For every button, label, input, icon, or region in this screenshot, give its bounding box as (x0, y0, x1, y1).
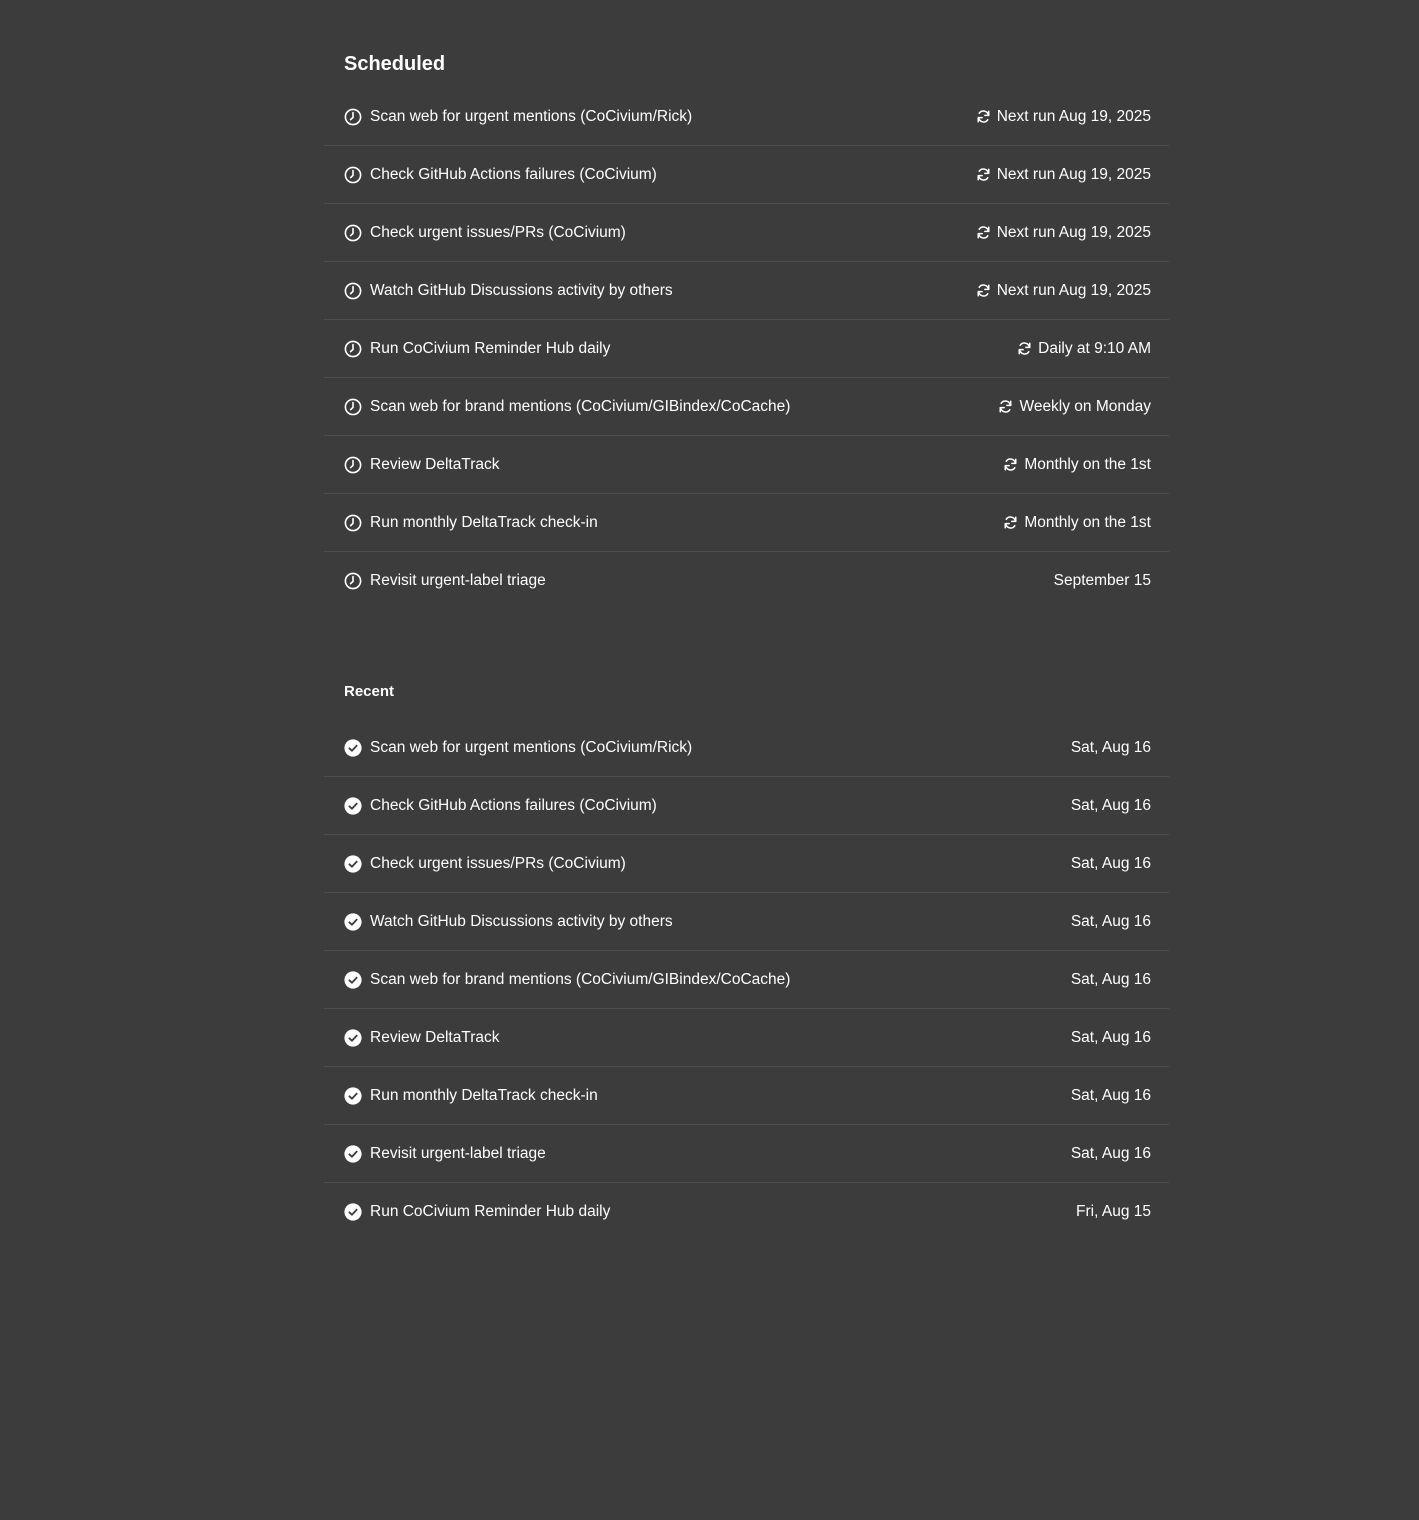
scheduled-task-title: Revisit urgent-label triage (370, 572, 546, 589)
recent-task-date: Sat, Aug 16 (1070, 1144, 1151, 1162)
recent-task-row[interactable]: Check urgent issues/PRs (CoCivium) Sat, … (324, 835, 1169, 893)
scheduled-task-when-text: Monthly on the 1st (1024, 513, 1151, 531)
clock-icon (344, 224, 362, 242)
recent-task-title: Run monthly DeltaTrack check-in (370, 1086, 598, 1104)
scheduled-section: Scheduled Scan web for urgent mentions (… (324, 46, 1169, 610)
recent-task-title: Check GitHub Actions failures (CoCivium) (370, 796, 657, 814)
repeat-icon (976, 283, 991, 298)
scheduled-task-when: September 15 (1054, 572, 1151, 590)
scheduled-task-when-text: Next run Aug 19, 2025 (996, 223, 1151, 241)
repeat-icon (976, 167, 991, 182)
clock-icon (344, 340, 362, 358)
recent-task-date: Sat, Aug 16 (1070, 738, 1151, 756)
clock-icon (344, 456, 362, 474)
scheduled-task-when: Daily at 9:10 AM (1017, 340, 1151, 358)
scheduled-task-row[interactable]: Scan web for urgent mentions (CoCivium/R… (324, 88, 1169, 146)
clock-icon (344, 514, 362, 532)
recent-task-date: Sat, Aug 16 (1070, 854, 1151, 872)
scheduled-task-row[interactable]: Revisit urgent-label triage September 15 (324, 552, 1169, 610)
scheduled-task-when-text: Next run Aug 19, 2025 (996, 281, 1151, 299)
check-circle-icon (344, 1028, 362, 1047)
scheduled-task-row[interactable]: Run monthly DeltaTrack check-in Monthly … (324, 494, 1169, 552)
repeat-icon (976, 225, 991, 240)
scheduled-task-title: Scan web for urgent mentions (CoCivium/R… (370, 107, 693, 125)
repeat-icon (976, 109, 991, 124)
scheduled-task-when: Next run Aug 19, 2025 (976, 166, 1151, 184)
repeat-icon (1017, 341, 1032, 356)
scheduled-task-title: Review DeltaTrack (370, 455, 500, 473)
scheduled-task-when-text: Daily at 9:10 AM (1038, 339, 1151, 357)
check-circle-icon (344, 1086, 362, 1105)
scheduled-task-when: Next run Aug 19, 2025 (976, 224, 1151, 242)
scheduled-task-when: Weekly on Monday (998, 398, 1151, 416)
recent-task-row[interactable]: Run monthly DeltaTrack check-in Sat, Aug… (324, 1067, 1169, 1125)
repeat-icon (1003, 515, 1018, 530)
recent-task-date: Sat, Aug 16 (1070, 1086, 1151, 1104)
recent-task-row[interactable]: Check GitHub Actions failures (CoCivium)… (324, 777, 1169, 835)
recent-task-date: Sat, Aug 16 (1070, 970, 1151, 988)
recent-task-row[interactable]: Revisit urgent-label triage Sat, Aug 16 (324, 1125, 1169, 1183)
scheduled-task-title: Run monthly DeltaTrack check-in (370, 513, 598, 531)
recent-task-date: Sat, Aug 16 (1070, 796, 1151, 814)
clock-icon (344, 282, 362, 300)
check-circle-icon (344, 912, 362, 931)
scheduled-task-when-text: September 15 (1053, 572, 1151, 589)
scheduled-task-row[interactable]: Run CoCivium Reminder Hub daily Daily at… (324, 320, 1169, 378)
scheduled-task-title: Check urgent issues/PRs (CoCivium) (370, 223, 626, 241)
recent-task-row[interactable]: Review DeltaTrack Sat, Aug 16 (324, 1009, 1169, 1067)
recent-task-title: Run CoCivium Reminder Hub daily (370, 1203, 611, 1220)
check-circle-icon (344, 1144, 362, 1163)
recent-task-date: Fri, Aug 15 (1076, 1203, 1151, 1220)
scheduled-task-title: Scan web for brand mentions (CoCivium/GI… (370, 397, 791, 415)
scheduled-task-when: Next run Aug 19, 2025 (976, 282, 1151, 300)
scheduled-task-when-text: Monthly on the 1st (1024, 455, 1151, 473)
scheduled-task-row[interactable]: Check urgent issues/PRs (CoCivium) Next … (324, 204, 1169, 262)
scheduled-task-title: Check GitHub Actions failures (CoCivium) (370, 165, 657, 183)
check-circle-icon (344, 796, 362, 815)
scheduled-task-row[interactable]: Review DeltaTrack Monthly on the 1st (324, 436, 1169, 494)
recent-task-title: Scan web for brand mentions (CoCivium/GI… (370, 970, 791, 988)
scheduled-task-row[interactable]: Check GitHub Actions failures (CoCivium)… (324, 146, 1169, 204)
check-circle-icon (344, 1203, 362, 1221)
recent-task-title: Check urgent issues/PRs (CoCivium) (370, 854, 626, 872)
recent-task-title: Revisit urgent-label triage (370, 1144, 546, 1162)
check-circle-icon (344, 970, 362, 989)
scheduled-task-when: Next run Aug 19, 2025 (976, 108, 1151, 126)
check-circle-icon (344, 854, 362, 873)
clock-icon (344, 108, 362, 126)
check-circle-icon (344, 738, 362, 757)
recent-task-list: Scan web for urgent mentions (CoCivium/R… (324, 719, 1169, 1241)
repeat-icon (1003, 457, 1018, 472)
recent-section: Recent Scan web for urgent mentions (CoC… (324, 678, 1169, 1241)
recent-task-date: Sat, Aug 16 (1070, 912, 1151, 930)
recent-task-title: Review DeltaTrack (370, 1028, 500, 1046)
scheduled-heading: Scheduled (344, 53, 446, 75)
scheduled-task-title: Run CoCivium Reminder Hub daily (370, 339, 611, 357)
tasks-page: Scheduled Scan web for urgent mentions (… (0, 0, 1419, 1520)
recent-task-row[interactable]: Scan web for brand mentions (CoCivium/GI… (324, 951, 1169, 1009)
scheduled-task-list: Scan web for urgent mentions (CoCivium/R… (324, 88, 1169, 610)
scheduled-task-when-text: Next run Aug 19, 2025 (996, 107, 1151, 125)
scheduled-task-row[interactable]: Scan web for brand mentions (CoCivium/GI… (324, 378, 1169, 436)
clock-icon (344, 572, 362, 590)
recent-heading: Recent (344, 683, 395, 700)
scheduled-task-when: Monthly on the 1st (1003, 514, 1151, 532)
recent-task-row[interactable]: Watch GitHub Discussions activity by oth… (324, 893, 1169, 951)
scheduled-task-title: Watch GitHub Discussions activity by oth… (370, 281, 673, 299)
recent-task-title: Scan web for urgent mentions (CoCivium/R… (370, 738, 693, 756)
scheduled-task-when-text: Weekly on Monday (1019, 397, 1151, 415)
scheduled-task-when-text: Next run Aug 19, 2025 (996, 165, 1151, 183)
clock-icon (344, 398, 362, 416)
scheduled-task-row[interactable]: Watch GitHub Discussions activity by oth… (324, 262, 1169, 320)
scheduled-task-when: Monthly on the 1st (1003, 456, 1151, 474)
recent-task-date: Sat, Aug 16 (1070, 1028, 1151, 1046)
recent-task-title: Watch GitHub Discussions activity by oth… (370, 912, 673, 930)
repeat-icon (998, 399, 1013, 414)
clock-icon (344, 166, 362, 184)
recent-task-row[interactable]: Run CoCivium Reminder Hub daily Fri, Aug… (324, 1183, 1169, 1241)
recent-task-row[interactable]: Scan web for urgent mentions (CoCivium/R… (324, 719, 1169, 777)
